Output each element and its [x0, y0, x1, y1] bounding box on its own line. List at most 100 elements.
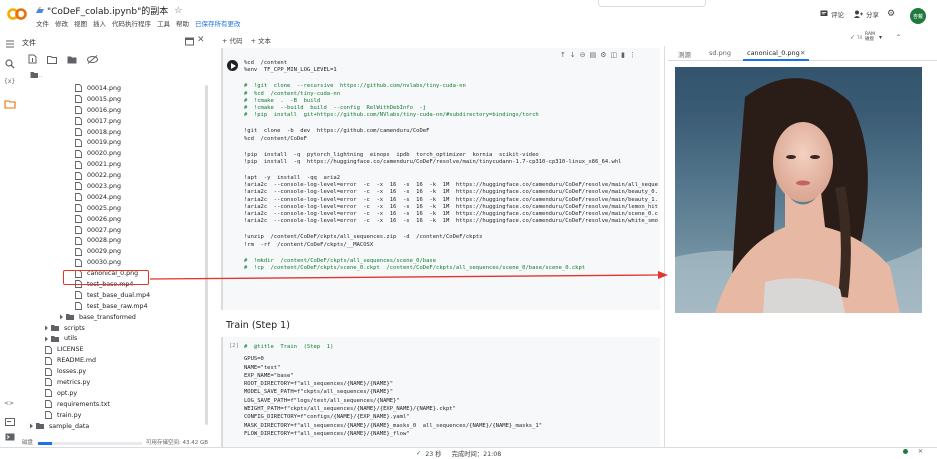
add-text-button[interactable]: + 文本	[251, 35, 272, 45]
folder-icon[interactable]	[4, 98, 16, 110]
save-status[interactable]: 已保存所有更改	[195, 18, 241, 28]
tab-canonical-png[interactable]: canonical_0.png	[747, 49, 800, 57]
comment-button[interactable]: 评论	[831, 9, 844, 19]
variables-icon[interactable]: {x}	[4, 78, 16, 90]
table-of-contents-icon[interactable]	[4, 38, 16, 50]
menu-help[interactable]: 帮助	[176, 18, 189, 28]
more-icon[interactable]: ⋮	[629, 51, 636, 59]
file-item[interactable]: test_base_dual.mp4	[22, 290, 208, 301]
comment-cell-icon[interactable]: ▤	[590, 51, 597, 59]
code-editor-2[interactable]: # @title Train (Step 1) GPUS=0 NAME="test"…	[244, 343, 658, 459]
code-line: MASK_DIRECTORY=f"all_sequences/{NAME}/{N…	[244, 422, 543, 429]
code-line: MODEL_SAVE_PATH=f"ckpts/all_sequences/{N…	[244, 389, 394, 396]
code-snippets-icon[interactable]: <>	[4, 400, 16, 412]
collapse-icon[interactable]: ⌃	[896, 34, 901, 41]
runtime-check-icon: ✓	[850, 33, 856, 41]
code-line: !aria2c --console-log-level=error -c -x …	[244, 203, 658, 210]
move-down-icon[interactable]: ↓	[570, 51, 576, 59]
file-icon	[75, 215, 83, 224]
file-item[interactable]: 00019.png	[22, 137, 208, 148]
folder-item[interactable]: base_transformed	[22, 312, 208, 323]
file-name: test_base_raw.mp4	[87, 302, 148, 310]
svg-text:..: ..	[39, 73, 42, 79]
search-icon[interactable]	[4, 58, 16, 70]
code-line: # !pip install git+https://github.com/NV…	[244, 112, 539, 119]
file-item[interactable]: 00023.png	[22, 181, 208, 192]
menu-view[interactable]: 视图	[74, 18, 87, 28]
connected-indicator	[903, 449, 908, 454]
panel-divider[interactable]	[664, 46, 665, 459]
menu-insert[interactable]: 插入	[93, 18, 106, 28]
menu-runtime[interactable]: 代码执行程序	[112, 18, 151, 28]
file-item[interactable]: opt.py	[22, 388, 208, 399]
delete-icon[interactable]: ▮	[621, 51, 625, 59]
file-item[interactable]: 00016.png	[22, 105, 208, 116]
file-item[interactable]: 00015.png	[22, 94, 208, 105]
terminal-icon[interactable]	[4, 431, 16, 443]
file-icon	[75, 171, 83, 180]
file-item[interactable]: 00026.png	[22, 214, 208, 225]
file-item[interactable]: 00028.png	[22, 235, 208, 246]
completed-time: 完成时间：21:08	[451, 451, 502, 458]
share-button[interactable]: 分享	[866, 9, 879, 19]
file-item[interactable]: 00030.png	[22, 257, 208, 268]
menu-tools[interactable]: 工具	[157, 18, 170, 28]
file-item[interactable]: metrics.py	[22, 377, 208, 388]
colab-logo[interactable]	[7, 7, 27, 21]
open-in-tab-icon[interactable]	[185, 37, 194, 46]
menu-file[interactable]: 文件	[36, 18, 49, 28]
file-item[interactable]: 00029.png	[22, 246, 208, 257]
tab-source[interactable]: 测源	[678, 49, 691, 59]
file-tree-scrollbar[interactable]	[205, 85, 208, 425]
parent-folder-icon[interactable]: ..	[30, 71, 42, 79]
play-icon	[231, 63, 236, 69]
new-folder-icon[interactable]	[47, 55, 57, 64]
upload-icon[interactable]	[28, 54, 37, 64]
gear-icon[interactable]: ⚙	[887, 9, 895, 19]
file-item[interactable]: 00017.png	[22, 116, 208, 127]
notebook-title[interactable]: "CoDeF_colab.ipynb"的副本	[47, 4, 168, 17]
file-item[interactable]: requirements.txt	[22, 399, 208, 410]
file-icon	[45, 400, 53, 409]
link-icon[interactable]: ⊝	[580, 51, 586, 59]
mirror-cell-icon[interactable]: ◫	[611, 51, 618, 59]
file-item[interactable]: LICENSE	[22, 344, 208, 355]
code-line: %cd /content	[244, 60, 288, 66]
runtime-status[interactable]: ✓ T4 RAM 磁盘 ▾ ⌃	[850, 32, 901, 42]
folder-item[interactable]: utils	[22, 333, 208, 344]
file-item[interactable]: losses.py	[22, 366, 208, 377]
code-line: # !git clone --recursive https://github.…	[244, 83, 466, 90]
file-name: README.md	[57, 357, 97, 365]
star-icon[interactable]: ☆	[174, 6, 182, 16]
tab-close-icon[interactable]: ✕	[800, 49, 805, 57]
find-bar[interactable]	[598, 0, 706, 7]
file-item[interactable]: 00024.png	[22, 192, 208, 203]
cell-settings-icon[interactable]: ⚙	[600, 51, 606, 59]
avatar[interactable]: 杏戴	[910, 8, 926, 24]
chevron-down-icon[interactable]: ▾	[879, 34, 882, 41]
code-line: EXP_NAME="base"	[244, 372, 294, 379]
file-item[interactable]: 00027.png	[22, 225, 208, 236]
file-item[interactable]: test_base_raw.mp4	[22, 301, 208, 312]
file-name: 00023.png	[87, 182, 122, 190]
hide-icon[interactable]	[87, 54, 98, 64]
file-item[interactable]: README.md	[22, 355, 208, 366]
move-up-icon[interactable]: ↑	[560, 51, 566, 59]
tab-sd-png[interactable]: sd.png	[709, 49, 731, 57]
menu-edit[interactable]: 修改	[55, 18, 68, 28]
folder-item[interactable]: sample_data	[22, 421, 208, 432]
folder-item[interactable]: scripts	[22, 323, 208, 334]
file-item[interactable]: 00022.png	[22, 170, 208, 181]
code-line: # %cd /content/tiny-cuda-nn	[244, 90, 341, 97]
close-icon[interactable]: ✕	[197, 35, 205, 45]
status-close-icon[interactable]: ✕	[918, 448, 923, 455]
file-item[interactable]: 00021.png	[22, 159, 208, 170]
refresh-folder-icon[interactable]	[67, 55, 77, 64]
file-item[interactable]: 00020.png	[22, 148, 208, 159]
add-code-button[interactable]: + 代码	[222, 35, 243, 45]
command-palette-icon[interactable]	[4, 416, 16, 428]
file-item[interactable]: train.py	[22, 410, 208, 421]
file-item[interactable]: 00014.png	[22, 83, 208, 94]
file-item[interactable]: 00018.png	[22, 127, 208, 138]
file-item[interactable]: 00025.png	[22, 203, 208, 214]
